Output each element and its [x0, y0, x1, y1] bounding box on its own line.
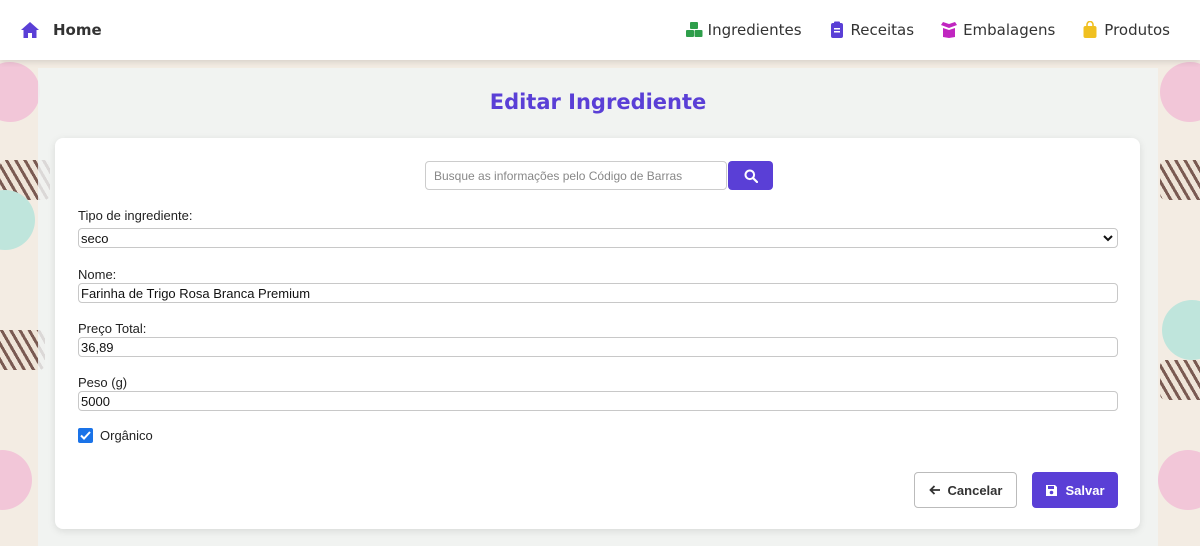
- preco-label: Preço Total:: [78, 321, 147, 336]
- tipo-selected-value: seco: [81, 230, 109, 246]
- cubes-icon: [685, 22, 703, 37]
- nav-link-ingredientes[interactable]: Ingredientes: [685, 21, 802, 39]
- box-open-icon: [941, 22, 958, 38]
- arrow-left-icon: [928, 485, 940, 495]
- cancel-label: Cancelar: [947, 482, 1003, 498]
- nome-label: Nome:: [78, 267, 117, 282]
- organico-checkbox-row[interactable]: Orgânico: [78, 428, 153, 443]
- save-label: Salvar: [1065, 482, 1105, 498]
- nav-link-produtos[interactable]: Produtos: [1081, 21, 1170, 39]
- nav-label-embalagens: Embalagens: [963, 21, 1056, 39]
- tipo-label: Tipo de ingrediente:: [78, 208, 193, 223]
- cancel-button[interactable]: Cancelar: [914, 472, 1017, 508]
- nav-label-receitas: Receitas: [850, 21, 915, 39]
- home-icon: [21, 22, 39, 38]
- page-container: Editar Ingrediente Tipo de ingrediente: …: [38, 68, 1158, 546]
- nav-link-receitas[interactable]: Receitas: [828, 21, 915, 39]
- checkmark-icon: [80, 431, 91, 440]
- nav-label-produtos: Produtos: [1104, 21, 1170, 39]
- peso-field[interactable]: [78, 391, 1118, 411]
- home-link[interactable]: Home: [20, 21, 102, 39]
- page-title: Editar Ingrediente: [489, 90, 707, 114]
- nav-link-embalagens[interactable]: Embalagens: [940, 21, 1055, 39]
- home-label: Home: [53, 21, 102, 39]
- search-icon: [744, 169, 758, 183]
- chevron-down-icon: [1103, 234, 1113, 241]
- top-navbar: Home Ingredientes Receitas Embalagens Pr…: [0, 0, 1200, 60]
- nav-links: Ingredientes Receitas Embalagens Produto…: [659, 21, 1170, 39]
- nome-field[interactable]: [78, 283, 1118, 303]
- form-card: Tipo de ingrediente: seco Nome: Preço To…: [55, 138, 1140, 529]
- save-button[interactable]: Salvar: [1032, 472, 1118, 508]
- search-button[interactable]: [728, 161, 773, 190]
- organico-label: Orgânico: [100, 428, 153, 443]
- peso-label: Peso (g): [78, 375, 128, 390]
- floppy-disk-icon: [1046, 484, 1058, 496]
- tipo-select[interactable]: seco: [78, 228, 1118, 248]
- clipboard-icon: [830, 21, 843, 38]
- nav-label-ingredientes: Ingredientes: [707, 21, 802, 39]
- barcode-search: [425, 161, 773, 190]
- organico-checkbox[interactable]: [78, 428, 93, 443]
- barcode-search-input[interactable]: [425, 161, 727, 190]
- preco-field[interactable]: [78, 337, 1118, 357]
- shopping-bag-icon: [1083, 21, 1097, 38]
